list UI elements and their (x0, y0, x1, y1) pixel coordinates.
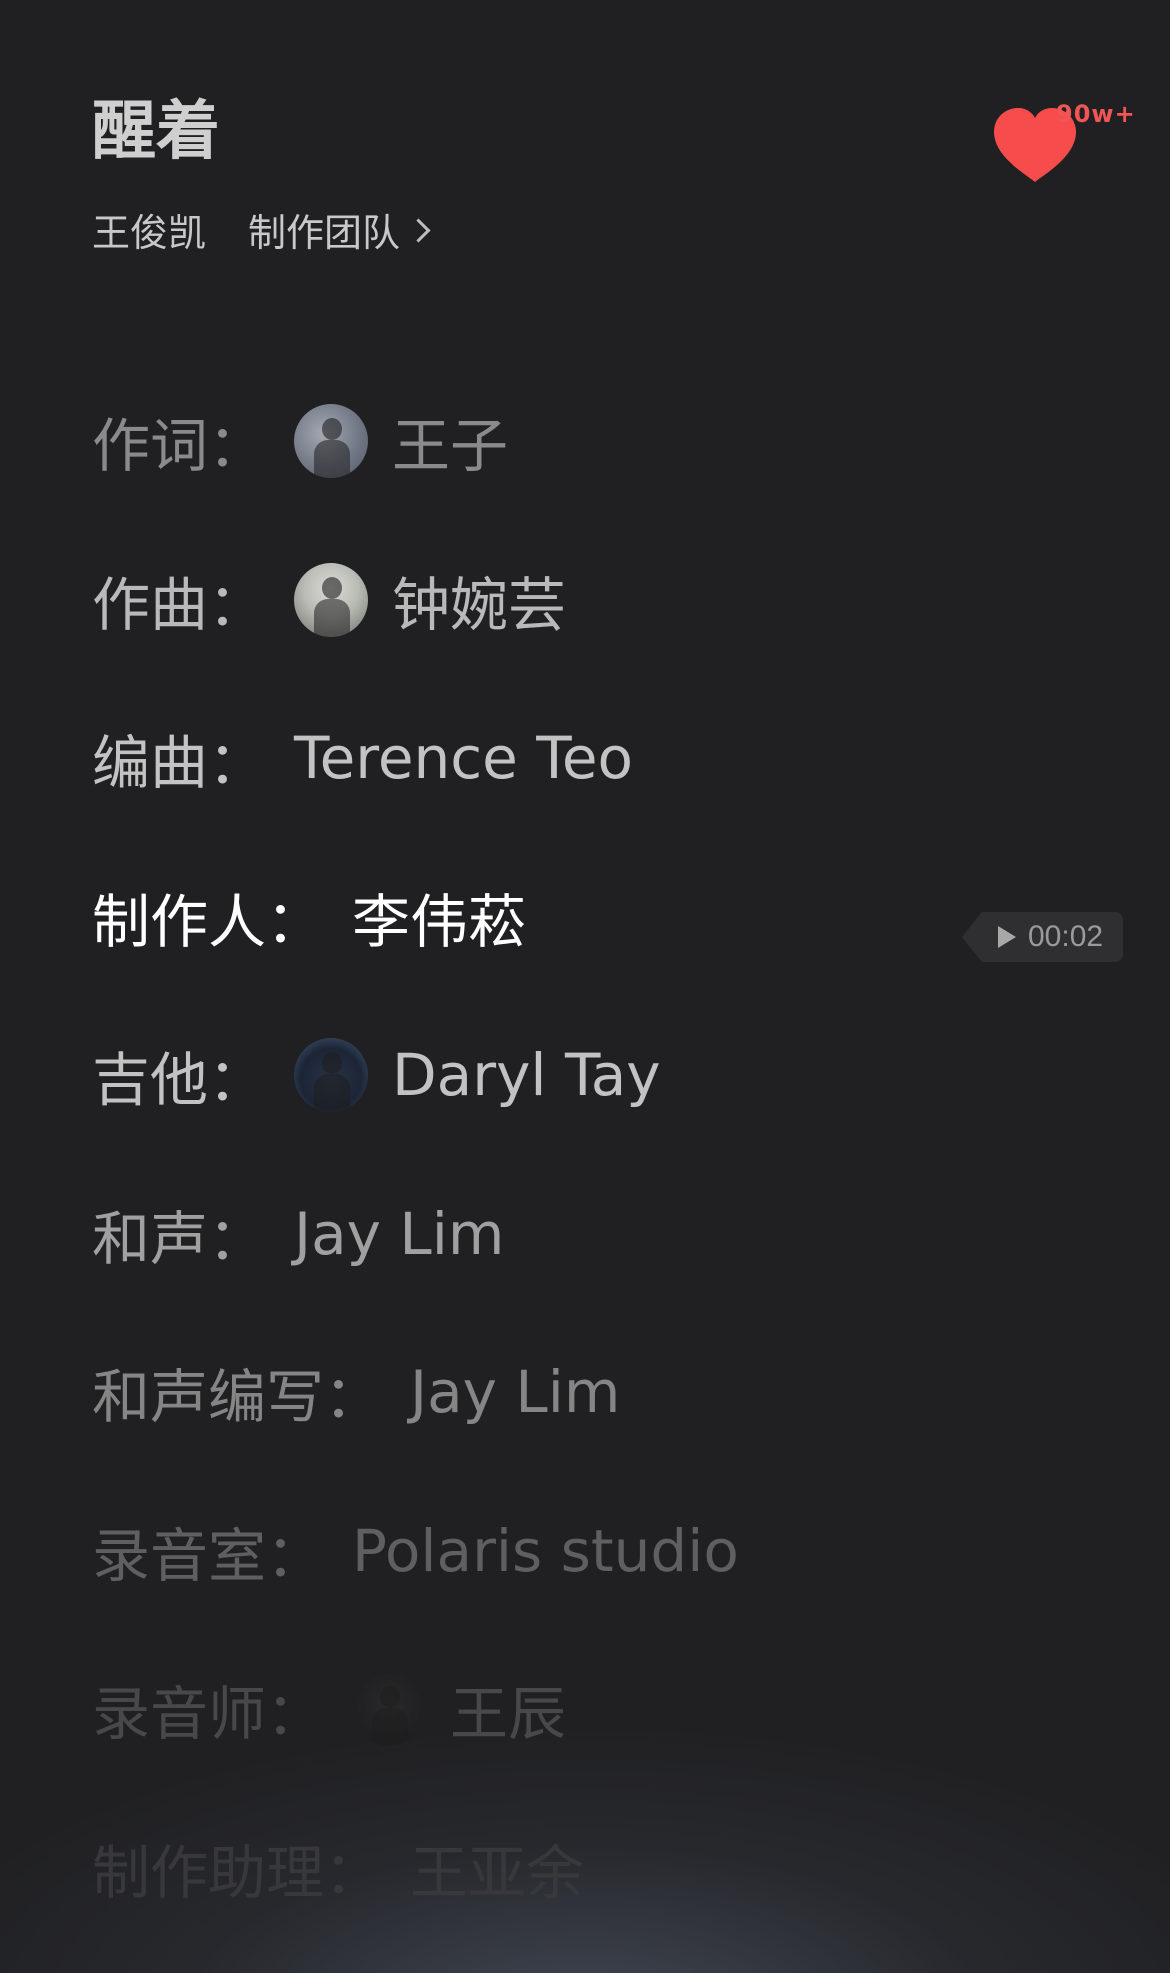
credit-name[interactable]: Jay Lim (294, 1200, 504, 1268)
credit-role: 作词： (92, 412, 267, 481)
credit-role: 和声： (92, 1204, 267, 1273)
credit-role: 制作人： (92, 887, 325, 956)
credit-row-composer: 作曲： 钟婉芸 (92, 521, 992, 680)
chevron-right-icon (406, 218, 431, 243)
credit-row-harmony: 和声： Jay Lim (92, 1155, 992, 1314)
song-header: 醒着 王俊凯 制作团队 (92, 95, 431, 257)
credit-row-arranger: 编曲： Terence Teo (92, 679, 992, 838)
credit-row-production-assistant: 制作助理： 王亚余 (92, 1789, 992, 1948)
artist-link[interactable]: 王俊凯 (92, 202, 206, 257)
credit-row-recording-engineer: 录音师： 王辰 (92, 1630, 992, 1789)
credit-name[interactable]: 王亚余 (410, 1826, 584, 1910)
pill-pointer (962, 912, 982, 962)
credit-row-harmony-arranger: 和声编写： Jay Lim (92, 1313, 992, 1472)
credit-row-producer: 制作人： 李伟菘 (92, 838, 992, 997)
seek-pill-body: 00:02 (982, 912, 1124, 962)
credit-role: 和声编写： (92, 1363, 383, 1432)
seek-to-time-button[interactable]: 00:02 (962, 912, 1142, 962)
avatar[interactable] (294, 1038, 369, 1113)
credit-name[interactable]: 李伟菘 (352, 875, 526, 959)
credit-row-guitar: 吉他： Daryl Tay (92, 996, 992, 1155)
credit-name[interactable]: Daryl Tay (392, 1041, 661, 1109)
credit-row-lyricist: 作词： 王子 (92, 362, 992, 521)
song-title: 醒着 (92, 95, 220, 169)
credit-role: 作曲： (92, 570, 267, 639)
credit-role: 吉他： (92, 1046, 267, 1115)
song-subline: 王俊凯 制作团队 (92, 202, 431, 257)
credit-role: 录音师： (92, 1680, 325, 1749)
production-team-link[interactable]: 制作团队 (248, 202, 431, 257)
avatar[interactable] (294, 562, 369, 637)
production-team-label: 制作团队 (248, 211, 401, 255)
credit-name[interactable]: 王子 (392, 399, 508, 483)
credit-name[interactable]: 王辰 (450, 1667, 566, 1751)
credit-role: 编曲： (92, 729, 267, 798)
credit-name[interactable]: Polaris studio (352, 1517, 739, 1585)
avatar[interactable] (294, 404, 369, 479)
avatar[interactable] (352, 1672, 427, 1747)
play-icon (998, 926, 1016, 948)
seek-time: 00:02 (1028, 920, 1104, 953)
credit-row-studio: 录音室： Polaris studio (92, 1472, 992, 1631)
credits-list: 作词： 王子 作曲： 钟婉芸 编曲： Terence Teo 制作人： 李伟菘 … (92, 362, 992, 1947)
credit-name[interactable]: Terence Teo (294, 724, 633, 792)
like-button[interactable]: 90w+ (990, 98, 1135, 198)
credit-name[interactable]: Jay Lim (410, 1358, 620, 1426)
like-count: 90w+ (1056, 100, 1136, 128)
credit-role: 制作助理： (92, 1838, 383, 1907)
credit-name[interactable]: 钟婉芸 (392, 558, 566, 642)
credit-role: 录音室： (92, 1521, 325, 1590)
